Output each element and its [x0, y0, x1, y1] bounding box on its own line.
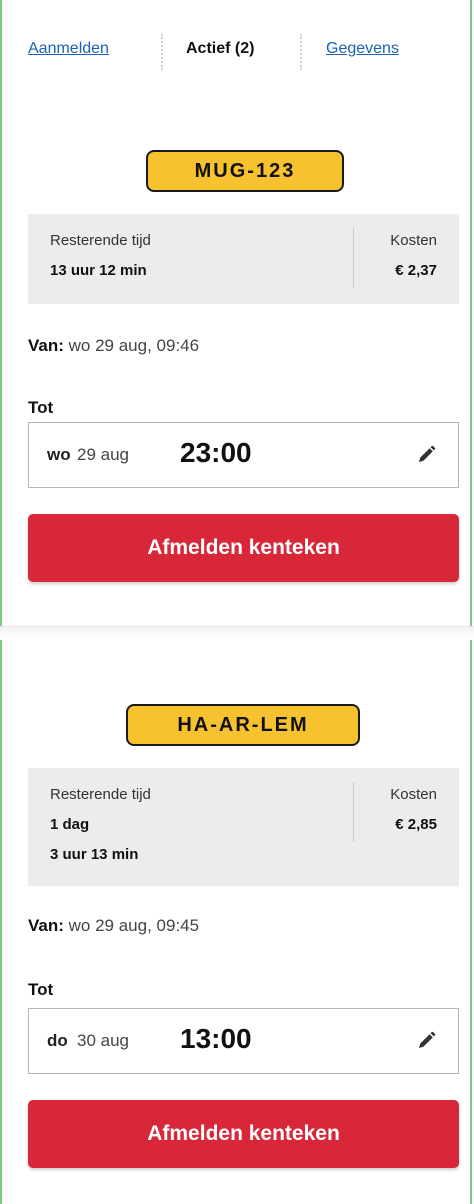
remaining-time-value-line2: 3 uur 13 min [50, 846, 139, 863]
frame-border-right [470, 636, 472, 1204]
remaining-time-value: 13 uur 12 min [50, 262, 147, 279]
frame-border-right [470, 0, 472, 630]
end-time: 23:00 [180, 437, 252, 468]
end-time-label: Tot [28, 980, 54, 999]
start-time: Van: wo 29 aug, 09:45 [28, 916, 199, 936]
card-separator [0, 626, 474, 640]
start-time-label: Van: [28, 336, 64, 355]
tab-gegevens[interactable]: Gegevens [326, 34, 399, 64]
license-plate: HA-AR-LEM [126, 704, 360, 746]
remaining-time-label: Resterende tijd [50, 786, 151, 803]
tab-actief[interactable]: Actief (2) [186, 34, 254, 64]
frame-border-left [0, 0, 2, 1204]
pencil-icon[interactable] [416, 1031, 436, 1051]
end-day: do [47, 1031, 68, 1050]
end-time-field[interactable]: wo 29 aug 23:00 [28, 422, 459, 488]
end-date: 30 aug [77, 1031, 129, 1050]
tab-aanmelden[interactable]: Aanmelden [28, 34, 109, 64]
start-time: Van: wo 29 aug, 09:46 [28, 336, 199, 356]
sign-out-button[interactable]: Afmelden kenteken [28, 1100, 459, 1168]
cost-value: € 2,85 [395, 816, 437, 833]
remaining-time-value: 1 dag [50, 816, 90, 833]
end-time: 13:00 [180, 1023, 252, 1054]
remaining-time-label: Resterende tijd [50, 232, 151, 249]
pencil-icon[interactable] [416, 445, 436, 465]
sign-out-button[interactable]: Afmelden kenteken [28, 514, 459, 582]
license-plate: MUG-123 [146, 150, 344, 192]
tab-bar: Aanmelden Actief (2) Gegevens [28, 34, 440, 70]
cost-label: Kosten [390, 232, 437, 249]
tab-divider [161, 34, 163, 70]
end-time-label: Tot [28, 398, 54, 417]
start-time-label: Van: [28, 916, 64, 935]
tab-divider [300, 34, 302, 70]
parking-info-panel: Resterende tijd 13 uur 12 min Kosten € 2… [28, 214, 459, 304]
info-divider [353, 228, 354, 288]
cost-value: € 2,37 [395, 262, 437, 279]
end-day: wo [47, 445, 71, 464]
parking-info-panel: Resterende tijd 1 dag 3 uur 13 min Koste… [28, 768, 459, 886]
end-time-field[interactable]: do 30 aug 13:00 [28, 1008, 459, 1074]
info-divider [353, 782, 354, 842]
start-time-value: wo 29 aug, 09:45 [68, 916, 200, 935]
end-date: 29 aug [77, 445, 129, 464]
cost-label: Kosten [390, 786, 437, 803]
start-time-value: wo 29 aug, 09:46 [68, 336, 200, 355]
